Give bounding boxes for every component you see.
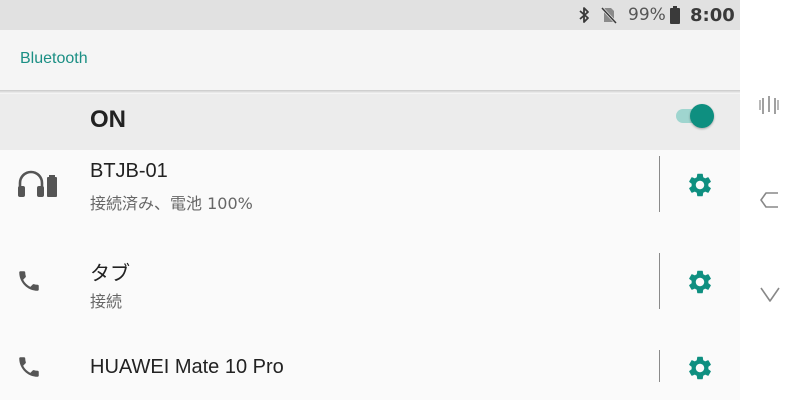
no-sim-icon <box>600 0 618 30</box>
recents-icon[interactable] <box>756 92 784 120</box>
settings-gear-icon[interactable] <box>686 354 714 382</box>
headset-icon <box>16 168 58 204</box>
page-title: Bluetooth <box>20 50 88 67</box>
hide-keyboard-icon[interactable] <box>756 280 784 308</box>
clock: 8:00 <box>690 4 735 26</box>
back-icon[interactable] <box>756 186 784 214</box>
phone-icon <box>16 354 42 384</box>
divider <box>659 350 660 382</box>
device-item-tab[interactable]: タブ 接続 <box>0 242 740 334</box>
device-item-huawei-mate-10-pro[interactable]: HUAWEI Mate 10 Pro <box>0 334 740 400</box>
device-name: HUAWEI Mate 10 Pro <box>90 356 284 378</box>
bluetooth-icon <box>576 0 592 30</box>
status-bar: 99% 8:00 <box>0 0 740 30</box>
bluetooth-master-switch-row[interactable]: ON <box>0 94 740 150</box>
divider <box>659 156 660 212</box>
divider <box>659 253 660 309</box>
phone-icon <box>16 268 42 298</box>
device-item-btjb-01[interactable]: BTJB-01 接続済み、電池 100% <box>0 150 740 242</box>
settings-gear-icon[interactable] <box>686 171 714 199</box>
navigation-bar <box>740 0 800 400</box>
toggle-thumb <box>690 104 714 128</box>
app-bar: Bluetooth <box>0 30 740 90</box>
device-name: BTJB-01 <box>90 160 168 182</box>
settings-gear-icon[interactable] <box>686 268 714 296</box>
battery-icon <box>669 0 681 30</box>
device-status: 接続 <box>90 292 123 311</box>
device-status: 接続済み、電池 100% <box>90 194 253 213</box>
master-switch-label: ON <box>90 106 126 133</box>
bluetooth-toggle[interactable] <box>676 102 718 128</box>
battery-percent: 99% <box>628 5 666 25</box>
settings-screen: 99% 8:00 Bluetooth ON BTJB-01 接続済み、電池 10… <box>0 0 740 400</box>
device-name: タブ <box>90 263 130 285</box>
